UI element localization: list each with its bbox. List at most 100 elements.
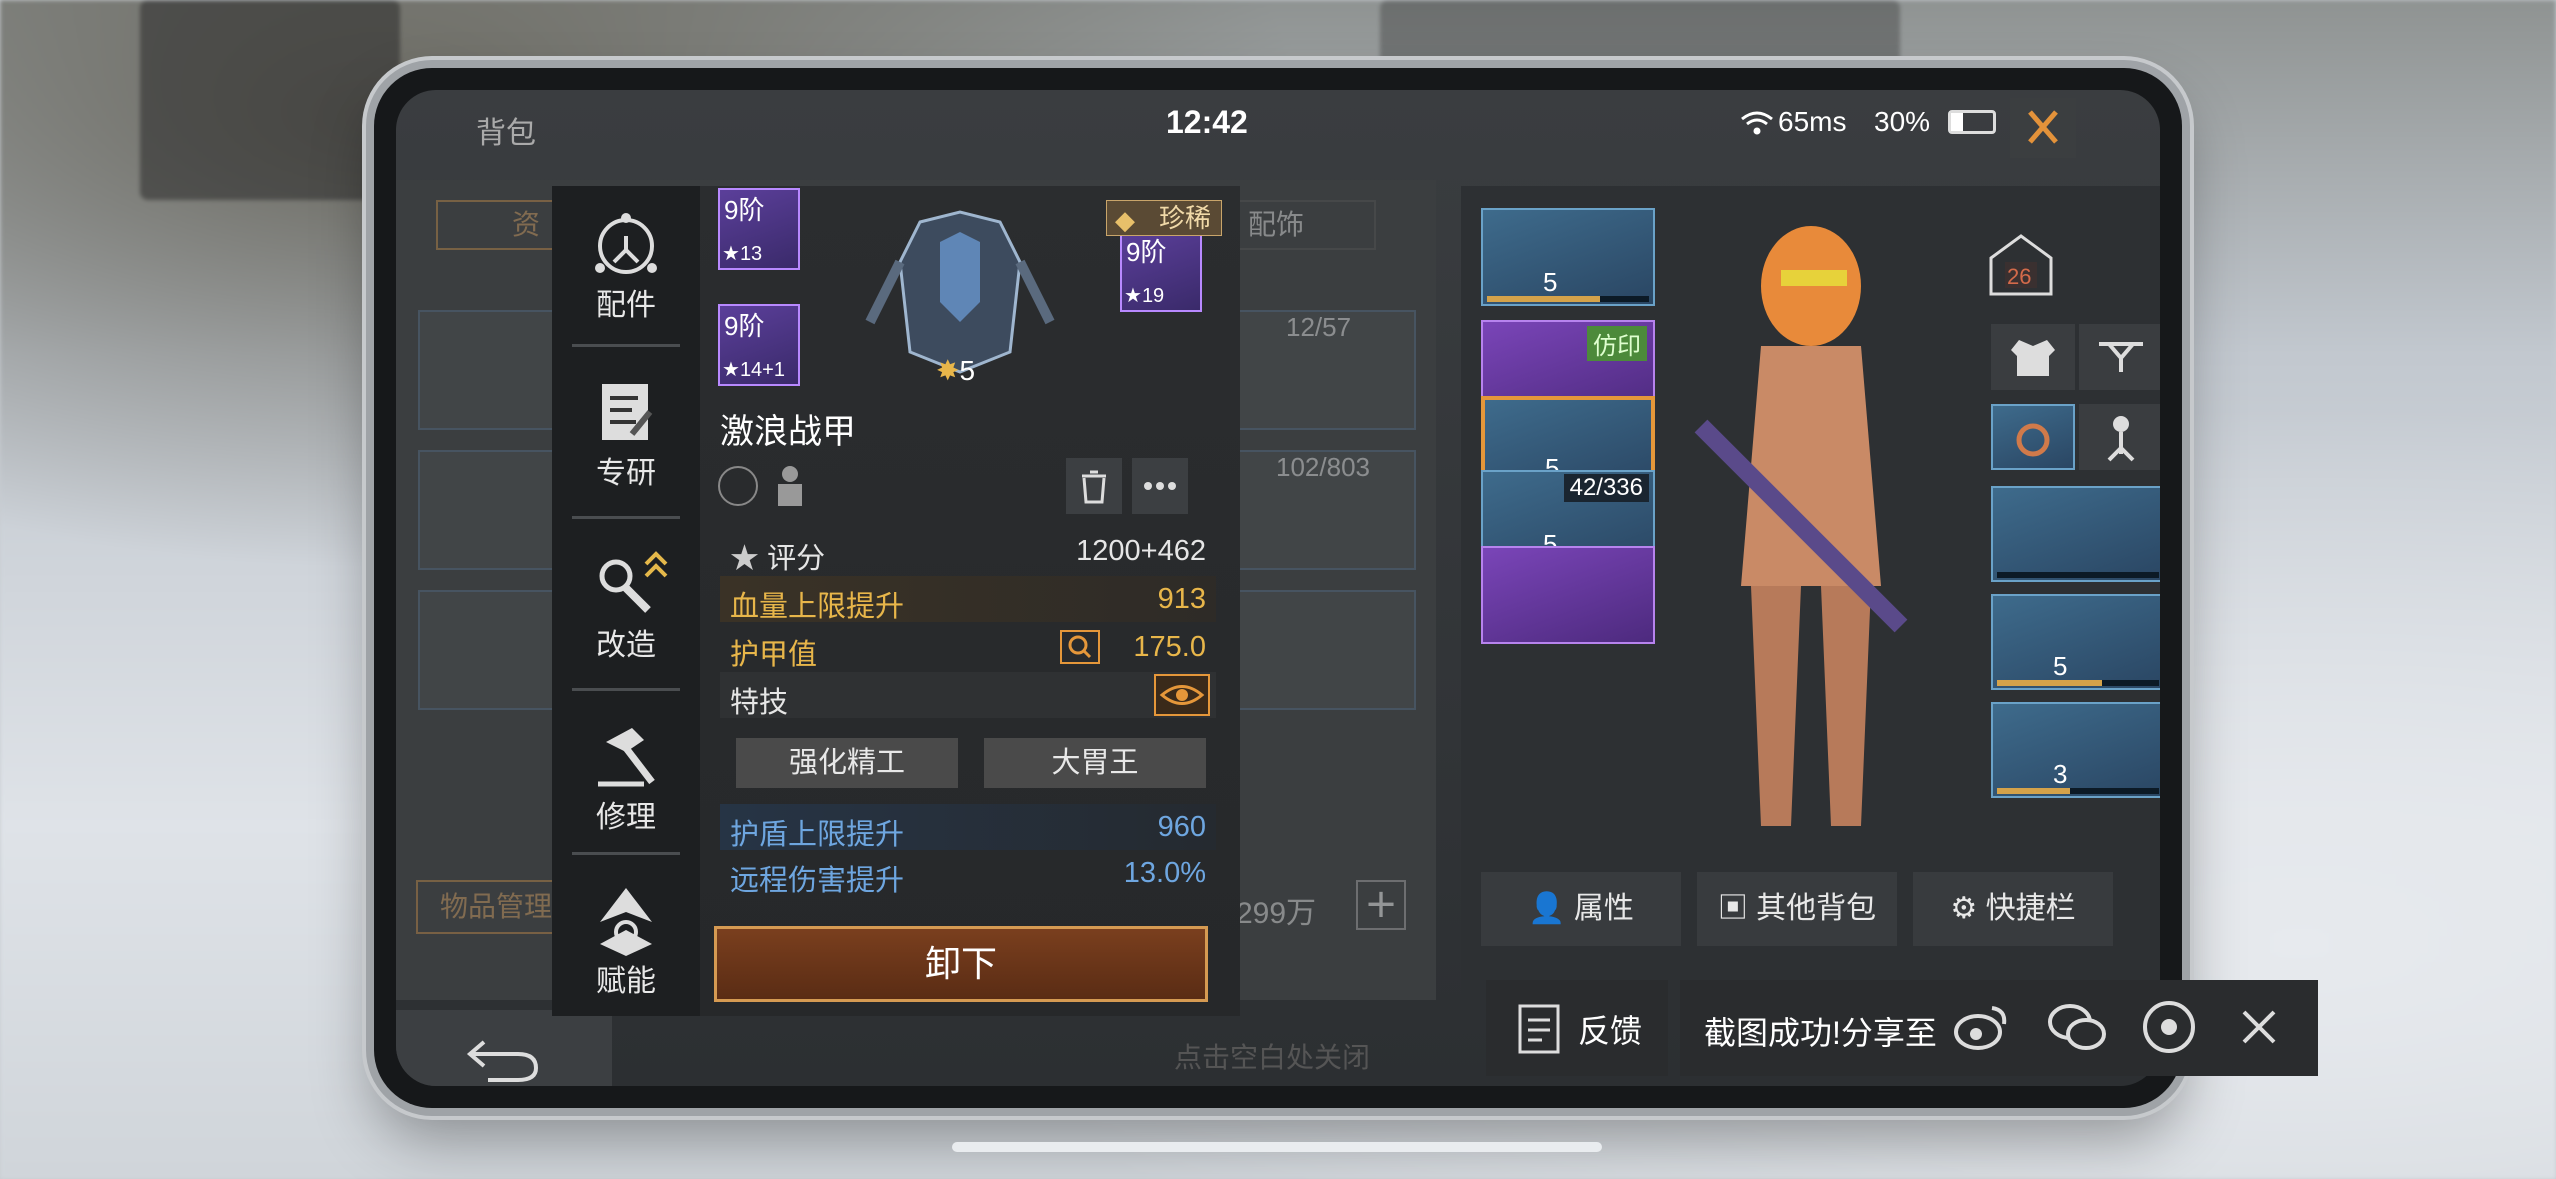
bg-inventory-cell [1216,590,1416,710]
equip-slot-helmet[interactable]: 5 [1481,208,1655,306]
equip-slot-pet[interactable] [1481,546,1655,644]
item-level-value: 5 [959,355,976,386]
unequip-button[interactable]: 卸下 [714,926,1208,1002]
mod-slot[interactable]: 9阶 ★19 [1120,230,1202,312]
mod-tier: 9阶 [724,195,765,225]
attributes-button[interactable]: 👤 属性 [1481,872,1681,946]
score-label: ★ 评分 [730,535,825,577]
bg-shelf [140,0,400,200]
weibo-icon [1954,1006,2007,1050]
nav-item-empower[interactable]: 赋能 [552,862,700,1022]
slot-level: 5 [1543,267,1558,297]
more-icon [1144,482,1176,490]
home-indicator [952,1142,1602,1152]
app-title: 背包 [476,117,536,150]
rarity-text: 珍稀 [1158,203,1211,233]
stat-value: 13.0% [1123,857,1206,889]
quickbar-icon: ⚙ [1950,892,1986,925]
extra-stat-row: 护盾上限提升 960 [720,804,1216,851]
drone-icon [2099,342,2143,372]
stat-label: 护甲值 [730,639,818,671]
close-hint: 点击空白处关闭 [1174,1042,1371,1073]
mod-stars-value: 19 [1141,285,1165,307]
slot-progress [1997,680,2159,686]
turret-slot[interactable] [2079,404,2160,470]
share-text: 截图成功!分享至 [1704,1015,1937,1051]
shirt-icon [2011,340,2055,376]
stat-value: 175.0 [1133,631,1206,663]
outfit-slot[interactable] [1991,324,2075,390]
skill-header: 特技 [730,687,789,719]
mod-stars: ★14+1 [722,359,785,381]
equip-slot-boots[interactable]: 3 [1991,702,2160,798]
close-icon [2242,1010,2276,1044]
rating-star-icon: ★ [730,543,768,575]
drone-slot[interactable] [2079,324,2160,390]
quickbar-button[interactable]: ⚙ 快捷栏 [1913,872,2113,946]
star-icon: ✸ [936,355,960,386]
skill-tag[interactable]: 强化精工 [736,738,958,788]
game-screen: 背包 12:42 65ms 30% 资 包 道具 配饰 12/57 1 [396,90,2160,1086]
moments-share-button[interactable] [2140,998,2198,1056]
more-button[interactable] [1132,458,1188,514]
nav-item-research[interactable]: 专研 [552,354,700,514]
item-detail-panel: 9阶 ★13 9阶 ★19 9阶 ★14+1 ◆ 珍稀 ✸5 激浪战甲 ★ 评分… [700,186,1240,1016]
close-icon [2028,110,2058,144]
wechat-icon [2048,1004,2106,1050]
stat-label: 血量上限提升 [730,591,905,623]
wechat-share-button[interactable] [2044,998,2110,1056]
ring-slot[interactable] [1991,404,2075,470]
stat-row: 血量上限提升 913 [720,576,1216,623]
bg-add-icon: + [1356,880,1406,930]
mod-stars-value: 14+1 [739,359,785,381]
nav-divider [572,688,680,691]
slot-progress [1997,572,2159,578]
nav-label: 改造 [596,629,656,662]
status-bar: 背包 12:42 65ms 30% [396,90,2160,170]
extra-stat-row: 远程伤害提升 13.0% [720,850,1216,897]
mod-slot[interactable]: 9阶 ★14+1 [718,304,800,386]
equip-slot-gloves[interactable]: 5 [1991,594,2160,690]
nav-item-repair[interactable]: 修理 [552,698,700,858]
trash-icon [1082,470,1106,504]
view-skill-button[interactable] [1154,674,1210,716]
delete-button[interactable] [1066,458,1122,514]
skill-tag[interactable]: 大胃王 [984,738,1206,788]
nav-divider [572,344,680,347]
house-icon[interactable]: 26 [1985,228,2057,300]
item-level: ✸5 [936,354,975,387]
slot-level: 5 [2053,651,2068,681]
equip-slot-belt[interactable] [1991,486,2160,582]
mod-slot[interactable]: 9阶 ★13 [718,188,800,270]
nav-divider [572,852,680,855]
character-portrait [1671,206,1941,856]
nav-label: 专研 [596,457,656,490]
person-icon: 👤 [1528,892,1574,925]
clock: 12:42 [1166,104,1248,140]
button-label: 属性 [1573,892,1634,925]
toast-close-button[interactable] [2230,998,2288,1056]
magnify-button[interactable] [1060,630,1100,664]
mod-tier: 9阶 [724,311,765,341]
slot-tag: 仿印 [1587,326,1647,361]
nav-label: 配件 [596,289,656,322]
other-bags-button[interactable]: ▣ 其他背包 [1697,872,1897,946]
nav-item-modify[interactable]: 改造 [552,526,700,686]
nav-label: 赋能 [596,965,656,998]
character-icon [770,464,810,508]
button-label: 快捷栏 [1985,892,2076,925]
weibo-share-button[interactable] [1950,998,2012,1056]
nav-item-accessory[interactable]: 配件 [552,186,700,346]
mod-stars: ★19 [1124,285,1165,307]
rarity-badge: ◆ 珍稀 [1106,200,1222,236]
button-label: 其他背包 [1756,892,1877,925]
mod-tier: 9阶 [1126,237,1167,267]
score-label-text: 评分 [767,543,826,575]
feedback-button[interactable]: 反馈 [1486,980,1668,1076]
close-button[interactable] [2010,98,2076,158]
stat-value: 913 [1157,583,1206,615]
mod-stars-value: 13 [739,243,763,265]
skill-header-row: 特技 [720,672,1216,719]
stat-label: 护盾上限提升 [730,819,905,851]
ring-icon [2016,423,2050,457]
